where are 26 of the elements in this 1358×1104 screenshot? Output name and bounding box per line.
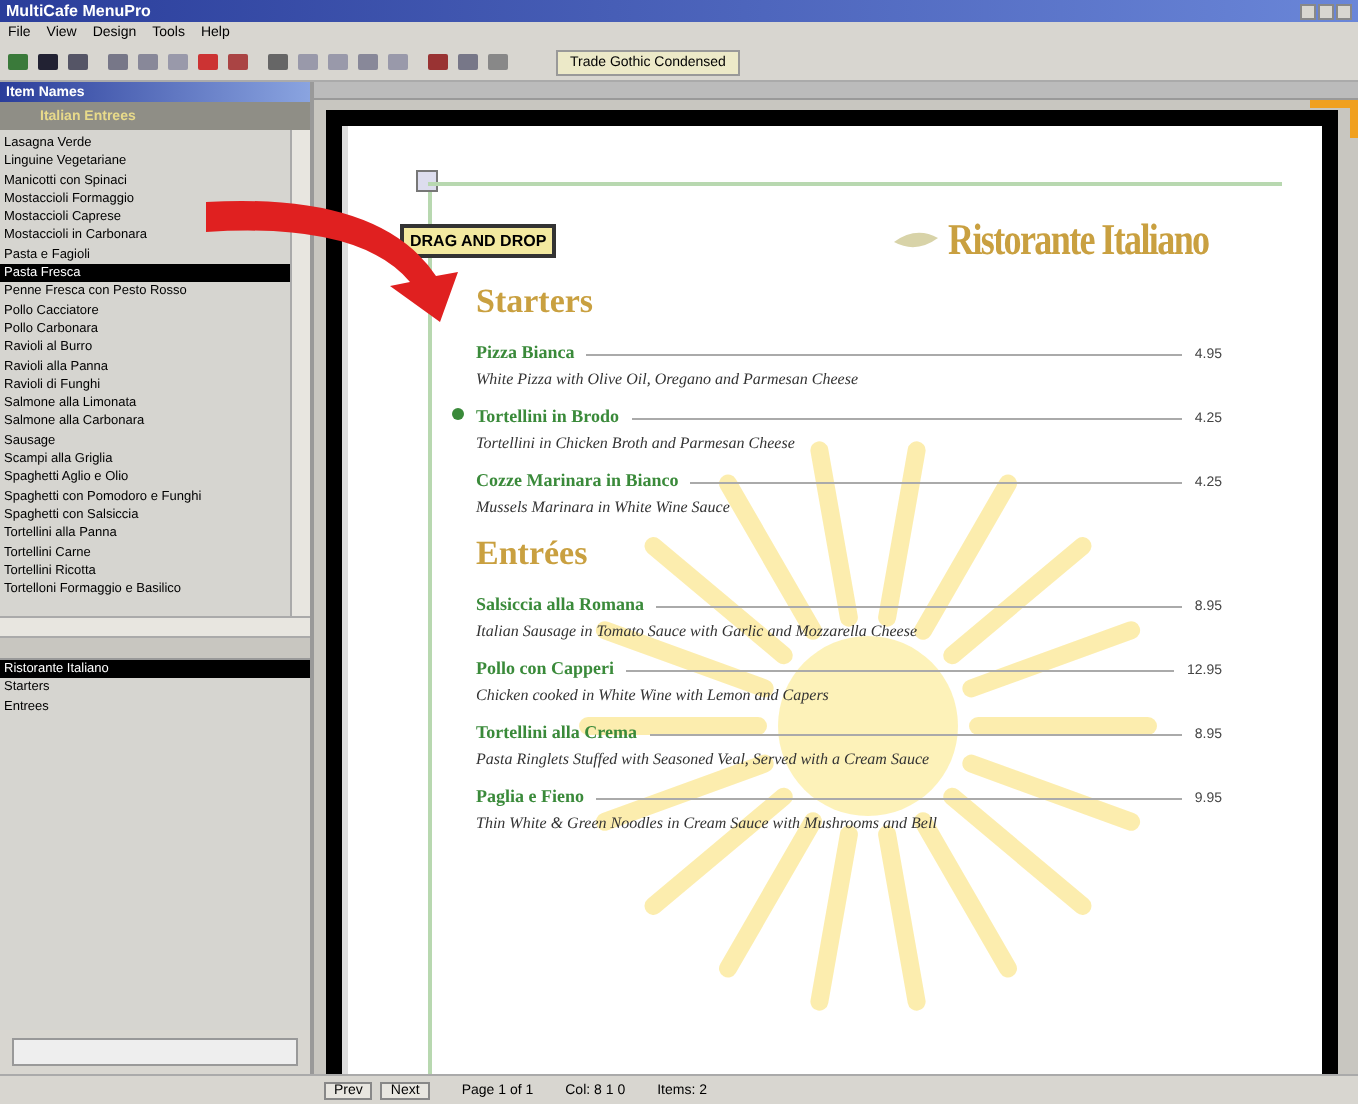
maximize-button[interactable] <box>1318 3 1334 19</box>
item-description: White Pizza with Olive Oil, Oregano and Parmesan Cheese <box>476 370 861 388</box>
scroll-bar[interactable] <box>290 130 310 616</box>
item-description: Chicken cooked in White Wine with Lemon and Capers <box>476 686 831 704</box>
item-name: Salsiccia alla Romana <box>476 594 645 614</box>
item-name: Tortellini alla Crema <box>476 722 637 742</box>
minimize-button[interactable] <box>1300 3 1316 19</box>
item-name: Pollo con Capperi <box>476 658 614 678</box>
section-heading: Starters <box>476 282 596 322</box>
item-name: Cozze Marinara in Bianco <box>476 470 679 490</box>
menu-title: Ristorante Italiano <box>948 214 1209 266</box>
window-title: MultiCafe MenuPro <box>6 1 151 21</box>
item-name: Tortellini in Brodo <box>476 406 620 426</box>
callout-label: DRAG AND DROP <box>400 223 557 257</box>
item-name: Pizza Bianca <box>476 342 575 362</box>
section-heading: Entrées <box>476 534 590 574</box>
item-description: Mussels Marinara in White Wine Sauce <box>476 498 732 516</box>
item-description: Italian Sausage in Tomato Sauce with Garlic and Mozzarella Cheese <box>476 622 920 640</box>
item-name: Paglia e Fieno <box>476 786 584 806</box>
close-button[interactable] <box>1336 3 1352 19</box>
item-description: Thin White & Green Noodles in Cream Sauce with Mushrooms and Bell <box>476 814 939 832</box>
scroll-bar[interactable] <box>0 616 310 638</box>
item-description: Tortellini in Chicken Broth and Parmesan Cheese <box>476 434 797 452</box>
dropdown-field[interactable] <box>12 1038 298 1066</box>
handle-icon[interactable] <box>416 170 438 192</box>
item-description: Pasta Ringlets Stuffed with Seasoned Veal, Served with a Cream Sauce <box>476 750 932 768</box>
